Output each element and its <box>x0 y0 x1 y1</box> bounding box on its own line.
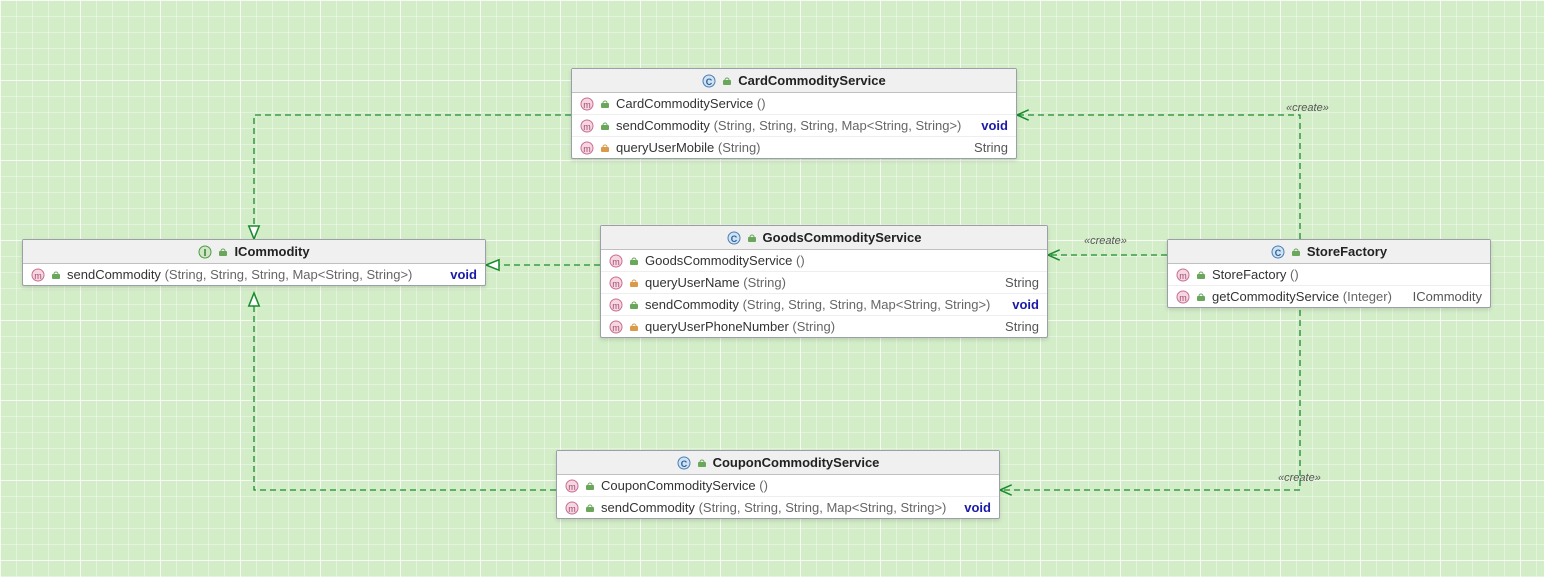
method-icon: m <box>565 501 579 515</box>
method-icon: m <box>1176 290 1190 304</box>
svg-text:m: m <box>34 271 42 281</box>
lock-closed-icon <box>600 143 610 153</box>
goods-query-name: m queryUserName (String) String <box>601 272 1047 294</box>
svg-text:C: C <box>706 77 713 87</box>
svg-text:m: m <box>612 257 620 267</box>
method-icon: m <box>609 320 623 334</box>
goods-query-phone: m queryUserPhoneNumber (String) String <box>601 316 1047 337</box>
svg-text:m: m <box>612 279 620 289</box>
coupon-send: m sendCommodity (String, String, String,… <box>557 497 999 518</box>
card-query: m queryUserMobile (String) String <box>572 137 1016 158</box>
svg-text:C: C <box>1275 248 1282 258</box>
method-icon: m <box>609 298 623 312</box>
interface-method: m sendCommodity (String, String, String,… <box>23 264 485 285</box>
svg-text:m: m <box>612 301 620 311</box>
class-goods-commodity-service[interactable]: C GoodsCommodityService m GoodsCommodity… <box>600 225 1048 338</box>
lock-open-icon <box>697 458 707 468</box>
lock-open-icon <box>1196 292 1206 302</box>
class-icon: C <box>1271 245 1285 259</box>
store-get-service: m getCommodityService (Integer) ICommodi… <box>1168 286 1490 307</box>
card-send: m sendCommodity (String, String, String,… <box>572 115 1016 137</box>
store-ctor: m StoreFactory () <box>1168 264 1490 286</box>
coupon-ctor: m CouponCommodityService () <box>557 475 999 497</box>
method-icon: m <box>1176 268 1190 282</box>
class-title: C GoodsCommodityService <box>601 226 1047 250</box>
method-icon: m <box>580 141 594 155</box>
interface-icon: I <box>198 245 212 259</box>
lock-open-icon <box>600 99 610 109</box>
class-card-commodity-service[interactable]: C CardCommodityService m CardCommoditySe… <box>571 68 1017 159</box>
class-title: C StoreFactory <box>1168 240 1490 264</box>
svg-text:C: C <box>730 234 737 244</box>
svg-text:I: I <box>204 248 207 259</box>
lock-open-icon <box>600 121 610 131</box>
method-icon: m <box>609 254 623 268</box>
class-name: GoodsCommodityService <box>763 230 922 245</box>
lock-open-icon <box>629 256 639 266</box>
svg-text:m: m <box>1179 293 1187 303</box>
svg-text:m: m <box>568 482 576 492</box>
method-icon: m <box>609 276 623 290</box>
svg-text:m: m <box>1179 271 1187 281</box>
lock-closed-icon <box>629 322 639 332</box>
class-title: C CardCommodityService <box>572 69 1016 93</box>
goods-send: m sendCommodity (String, String, String,… <box>601 294 1047 316</box>
svg-text:m: m <box>568 504 576 514</box>
lock-open-icon <box>722 76 732 86</box>
class-name: CardCommodityService <box>738 73 885 88</box>
method-icon: m <box>580 97 594 111</box>
lock-open-icon <box>1196 270 1206 280</box>
method-icon: m <box>565 479 579 493</box>
stereotype-create-card: «create» <box>1286 102 1329 114</box>
stereotype-create-coupon: «create» <box>1278 472 1321 484</box>
interface-name: ICommodity <box>234 244 309 259</box>
interface-icommodity[interactable]: I ICommodity m sendCommodity (String, St… <box>22 239 486 286</box>
class-store-factory[interactable]: C StoreFactory m StoreFactory () m getCo… <box>1167 239 1491 308</box>
class-name: CouponCommodityService <box>713 455 880 470</box>
class-name: StoreFactory <box>1307 244 1387 259</box>
method-icon: m <box>31 268 45 282</box>
interface-title: I ICommodity <box>23 240 485 264</box>
lock-open-icon <box>51 270 61 280</box>
lock-closed-icon <box>629 278 639 288</box>
method-icon: m <box>580 119 594 133</box>
class-icon: C <box>727 231 741 245</box>
svg-text:C: C <box>680 459 687 469</box>
svg-text:m: m <box>583 144 591 154</box>
class-title: C CouponCommodityService <box>557 451 999 475</box>
lock-open-icon <box>585 503 595 513</box>
goods-ctor: m GoodsCommodityService () <box>601 250 1047 272</box>
class-icon: C <box>677 456 691 470</box>
class-icon: C <box>702 74 716 88</box>
stereotype-create-goods: «create» <box>1084 235 1127 247</box>
lock-open-icon <box>747 233 757 243</box>
svg-text:m: m <box>612 323 620 333</box>
lock-open-icon <box>1291 247 1301 257</box>
svg-text:m: m <box>583 122 591 132</box>
svg-text:m: m <box>583 100 591 110</box>
lock-open-icon <box>218 247 228 257</box>
class-coupon-commodity-service[interactable]: C CouponCommodityService m CouponCommodi… <box>556 450 1000 519</box>
lock-open-icon <box>629 300 639 310</box>
lock-open-icon <box>585 481 595 491</box>
card-ctor: m CardCommodityService () <box>572 93 1016 115</box>
